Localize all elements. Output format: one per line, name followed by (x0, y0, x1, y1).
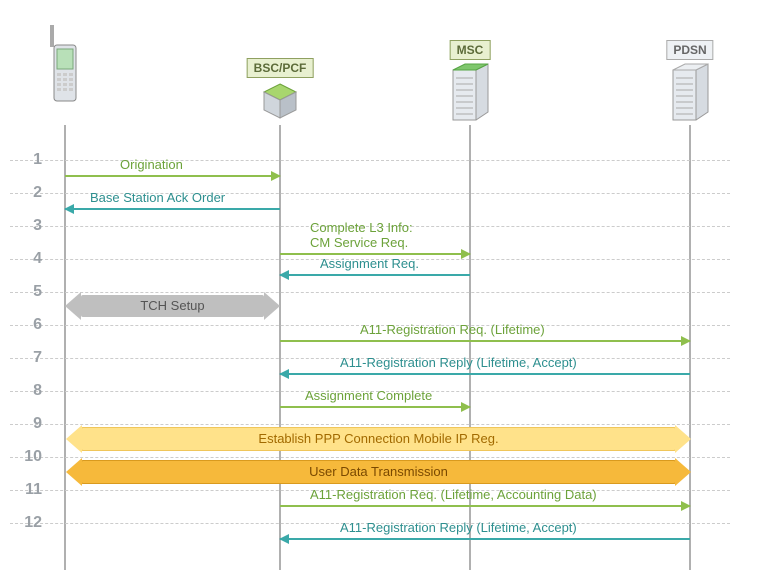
message-arrow: Base Station Ack Order (65, 208, 280, 210)
message-arrow: A11-Registration Req. (Lifetime) (280, 340, 690, 342)
step-number: 3 (14, 217, 42, 235)
pdsn-label: PDSN (666, 40, 713, 60)
mobile-icon (45, 25, 85, 128)
step-number: 4 (14, 250, 42, 268)
bsc-label: BSC/PCF (247, 58, 314, 78)
phase-bar: Establish PPP Connection Mobile IP Reg. (81, 427, 676, 451)
message-label: Base Station Ack Order (90, 190, 225, 205)
bsc-icon (260, 82, 300, 125)
bsc-label-text: BSC/PCF (254, 61, 307, 75)
message-label: Origination (120, 157, 183, 172)
phase-bar-label: User Data Transmission (309, 464, 448, 479)
message-label: A11-Registration Req. (Lifetime) (360, 322, 545, 337)
step-number: 11 (14, 481, 42, 499)
phase-bar-label: TCH Setup (140, 298, 204, 313)
step-number: 12 (14, 514, 42, 532)
pdsn-label-text: PDSN (673, 43, 706, 57)
msc-label: MSC (450, 40, 491, 60)
phase-bar-label: Establish PPP Connection Mobile IP Reg. (258, 431, 498, 446)
message-label: Complete L3 Info:CM Service Req. (310, 220, 413, 250)
message-arrow: Origination (65, 175, 280, 177)
message-arrow: A11-Registration Reply (Lifetime, Accept… (280, 373, 690, 375)
msc-label-text: MSC (457, 43, 484, 57)
step-number: 8 (14, 382, 42, 400)
message-arrow: Assignment Req. (280, 274, 470, 276)
phase-bar: TCH Setup (81, 295, 264, 317)
step-number: 10 (14, 448, 42, 466)
pdsn-icon (668, 62, 714, 129)
message-arrow: Complete L3 Info:CM Service Req. (280, 253, 470, 255)
message-arrow: A11-Registration Req. (Lifetime, Account… (280, 505, 690, 507)
message-label: A11-Registration Reply (Lifetime, Accept… (340, 355, 577, 370)
message-label: Assignment Complete (305, 388, 432, 403)
message-arrow: A11-Registration Reply (Lifetime, Accept… (280, 538, 690, 540)
message-arrow: Assignment Complete (280, 406, 470, 408)
step-number: 5 (14, 283, 42, 301)
phase-bar: User Data Transmission (81, 460, 676, 484)
msc-icon (448, 62, 494, 129)
step-number: 1 (14, 151, 42, 169)
step-number: 7 (14, 349, 42, 367)
step-number: 6 (14, 316, 42, 334)
message-label: A11-Registration Req. (Lifetime, Account… (310, 487, 597, 502)
step-number: 9 (14, 415, 42, 433)
message-label: Assignment Req. (320, 256, 419, 271)
message-label: A11-Registration Reply (Lifetime, Accept… (340, 520, 577, 535)
step-number: 2 (14, 184, 42, 202)
